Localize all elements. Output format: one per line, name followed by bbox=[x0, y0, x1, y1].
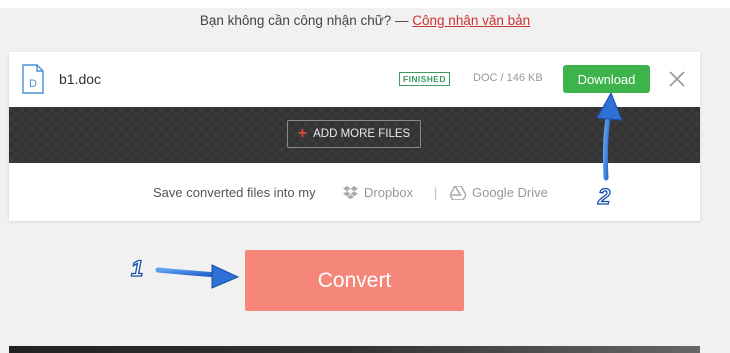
separator: | bbox=[434, 185, 438, 200]
file-doc-icon: D bbox=[22, 64, 44, 94]
dropbox-button[interactable]: Dropbox bbox=[343, 185, 413, 200]
file-card: D b1.doc FINISHED DOC / 146 KB Download … bbox=[9, 52, 700, 221]
save-label: Save converted files into my bbox=[153, 185, 316, 200]
plus-icon: + bbox=[297, 125, 308, 142]
ocr-link[interactable]: Công nhận văn bản bbox=[412, 13, 530, 28]
add-more-files-button[interactable]: + ADD MORE FILES bbox=[287, 120, 421, 148]
file-row: D b1.doc FINISHED DOC / 146 KB Download bbox=[9, 52, 700, 107]
dropbox-icon bbox=[343, 186, 358, 199]
arrow-icon bbox=[155, 264, 240, 289]
close-icon[interactable] bbox=[668, 70, 686, 88]
drop-area: + ADD MORE FILES bbox=[9, 107, 700, 163]
file-name: b1.doc bbox=[59, 71, 102, 87]
download-button[interactable]: Download bbox=[563, 65, 650, 93]
svg-text:D: D bbox=[29, 78, 37, 90]
add-more-files-label: ADD MORE FILES bbox=[313, 128, 411, 140]
google-drive-label: Google Drive bbox=[472, 185, 548, 200]
ocr-prompt: Bạn không cần công nhận chữ? — Công nhận… bbox=[0, 13, 730, 28]
ocr-prompt-text: Bạn không cần công nhận chữ? — bbox=[199, 13, 413, 28]
file-meta: DOC / 146 KB bbox=[473, 72, 543, 84]
google-drive-button[interactable]: Google Drive bbox=[450, 185, 548, 200]
google-drive-icon bbox=[450, 185, 466, 200]
status-badge: FINISHED bbox=[399, 72, 450, 86]
convert-button[interactable]: Convert bbox=[245, 250, 464, 311]
save-to-row: Save converted files into my Dropbox | G… bbox=[9, 163, 700, 221]
step-2-label: 2 bbox=[597, 183, 611, 209]
dropbox-label: Dropbox bbox=[364, 185, 414, 200]
bottom-bar bbox=[9, 346, 700, 353]
step-1-label: 1 bbox=[130, 255, 144, 281]
top-strip bbox=[0, 0, 730, 8]
